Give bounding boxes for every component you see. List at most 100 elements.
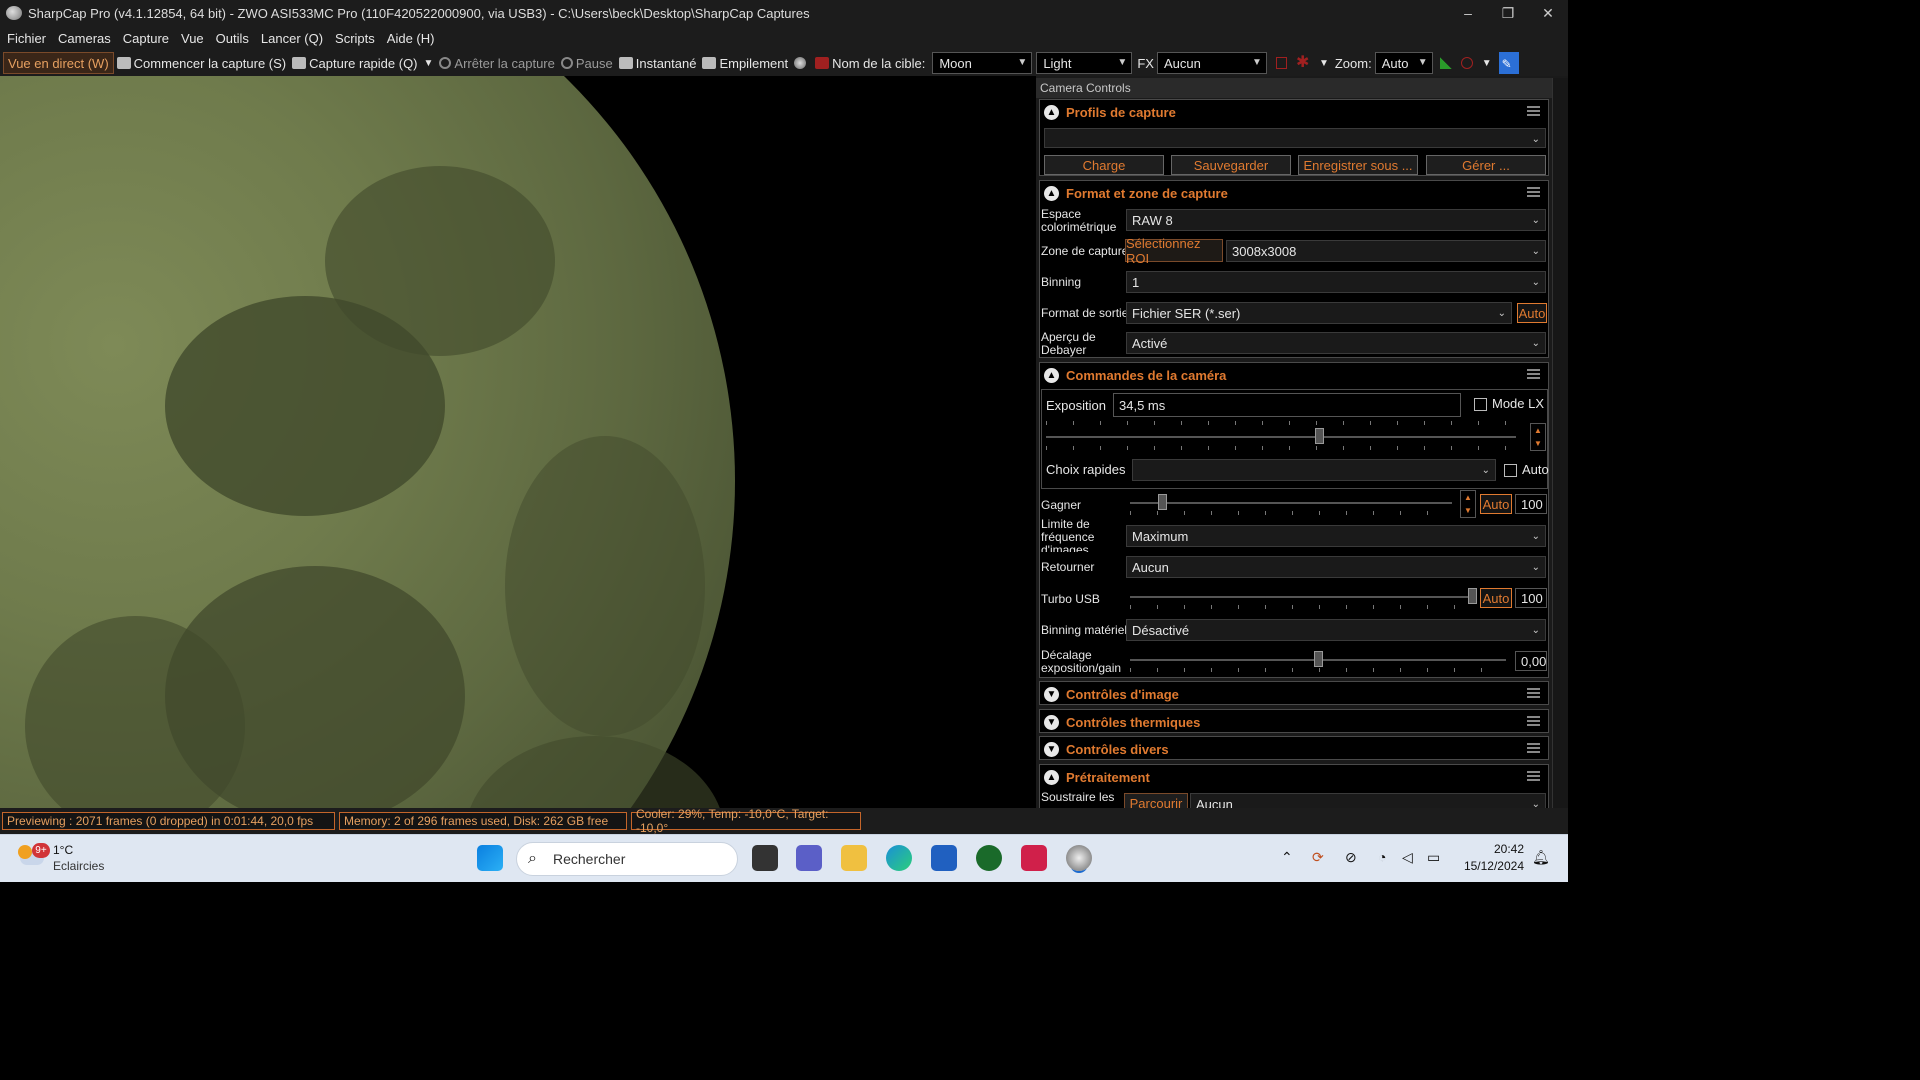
thermal-controls-section[interactable]: ▼ Contrôles thermiques [1039, 709, 1549, 733]
exposure-stepper[interactable]: ▲ ▼ [1530, 423, 1546, 451]
battery-icon[interactable]: ▭ [1427, 849, 1440, 866]
menu-fichier[interactable]: Fichier [2, 31, 51, 46]
taskbar-search[interactable]: ⌕ Rechercher [516, 842, 738, 876]
gain-slider-thumb[interactable] [1158, 494, 1168, 510]
dark-frame-select[interactable]: Aucun ⌄ [1190, 793, 1546, 808]
chevron-down-icon[interactable]: ▼ [1482, 58, 1492, 69]
gain-stepper[interactable]: ▲ ▼ [1460, 490, 1476, 518]
chevron-up-icon[interactable]: ▲ [1044, 367, 1059, 383]
menu-scripts[interactable]: Scripts [330, 31, 380, 46]
debayer-select[interactable]: Activé ⌄ [1126, 332, 1546, 354]
volume-icon[interactable]: ◁ [1402, 849, 1413, 866]
menu-icon[interactable] [1527, 688, 1540, 700]
roi-button[interactable] [1273, 52, 1293, 74]
live-view-button[interactable]: Vue en direct (W) [3, 52, 114, 74]
select-roi-button[interactable]: Sélectionnez ROI [1125, 236, 1223, 266]
chevron-down-icon[interactable]: ▼ [1319, 58, 1329, 69]
target-name-select[interactable]: Moon ▼ [932, 52, 1033, 74]
save-as-profile-button[interactable]: Enregistrer sous ... [1298, 155, 1418, 175]
chevron-up-icon[interactable]: ⌃ [1281, 849, 1293, 866]
sharpcap-taskbar-icon[interactable] [1066, 845, 1092, 871]
usb-auto-button[interactable]: Auto [1480, 588, 1512, 608]
notification-bell-icon[interactable]: 🔔︎ [1532, 849, 1550, 866]
save-profile-button[interactable]: Sauvegarder [1171, 155, 1291, 175]
format-header[interactable]: ▲ Format et zone de capture [1040, 181, 1548, 205]
chevron-down-icon[interactable]: ▼ [1044, 686, 1059, 702]
usb-input[interactable]: 100 [1515, 588, 1547, 608]
gain-auto-button[interactable]: Auto [1480, 494, 1512, 514]
histogram-button[interactable] [1437, 52, 1458, 74]
quick-auto-checkbox[interactable] [1504, 464, 1517, 477]
menu-outils[interactable]: Outils [211, 31, 254, 46]
menu-icon[interactable] [1527, 106, 1540, 118]
menu-aide[interactable]: Aide (H) [382, 31, 440, 46]
windows-start-icon[interactable] [477, 845, 503, 871]
menu-lancer[interactable]: Lancer (Q) [256, 31, 328, 46]
binning-select[interactable]: 1 ⌄ [1126, 271, 1546, 293]
output-format-select[interactable]: Fichier SER (*.ser) ⌄ [1126, 302, 1512, 324]
task-view-icon[interactable] [752, 845, 778, 871]
exposure-slider-thumb[interactable] [1314, 428, 1324, 444]
menu-icon[interactable] [1527, 743, 1540, 755]
menu-capture[interactable]: Capture [118, 31, 174, 46]
image-controls-section[interactable]: ▼ Contrôles d'image [1039, 681, 1549, 705]
flip-select[interactable]: Aucun ⌄ [1126, 556, 1546, 578]
polar-align-button[interactable]: ▼ [1458, 52, 1495, 74]
load-profile-button[interactable]: Charge [1044, 155, 1164, 175]
menu-icon[interactable] [1527, 771, 1540, 783]
chevron-up-icon[interactable]: ▲ [1044, 104, 1059, 120]
app-icon[interactable] [1021, 845, 1047, 871]
start-capture-button[interactable]: Commencer la capture (S) [114, 52, 289, 74]
chevron-up-icon[interactable]: ▲ [1044, 185, 1059, 201]
target-name-button[interactable]: Nom de la cible: [812, 52, 928, 74]
panel-scrollbar[interactable] [1552, 78, 1568, 808]
image-controls-header[interactable]: ▼ Contrôles d'image [1040, 682, 1548, 706]
sync-icon[interactable]: ⟳ [1312, 849, 1324, 866]
color-space-select[interactable]: RAW 8 ⌄ [1126, 209, 1546, 231]
usb-slider-track[interactable] [1130, 596, 1472, 598]
edge-icon[interactable] [886, 845, 912, 871]
teams-icon[interactable] [796, 845, 822, 871]
stack-button[interactable]: Empilement [699, 52, 791, 74]
sphere-button[interactable] [791, 52, 812, 74]
gain-slider-track[interactable] [1130, 502, 1452, 504]
misc-controls-section[interactable]: ▼ Contrôles divers [1039, 736, 1549, 760]
chevron-down-icon[interactable]: ▼ [424, 58, 434, 69]
menu-icon[interactable] [1527, 716, 1540, 728]
usb-slider-thumb[interactable] [1468, 588, 1477, 604]
maximize-button[interactable]: ❐ [1488, 0, 1528, 26]
quick-capture-button[interactable]: Capture rapide (Q) ▼ [289, 52, 436, 74]
manage-profiles-button[interactable]: Gérer ... [1426, 155, 1546, 175]
crosshair-button[interactable]: ✱ ▼ [1293, 52, 1332, 74]
chevron-up-icon[interactable]: ▲ [1044, 769, 1059, 785]
menu-cameras[interactable]: Cameras [53, 31, 116, 46]
chevron-down-icon[interactable]: ▼ [1044, 741, 1059, 757]
menu-vue[interactable]: Vue [176, 31, 209, 46]
frame-type-select[interactable]: Light ▼ [1036, 52, 1133, 74]
exposure-slider-track[interactable] [1046, 436, 1516, 438]
profile-select[interactable]: ⌄ [1044, 128, 1546, 148]
snapshot-button[interactable]: Instantané [616, 52, 700, 74]
lx-mode-checkbox[interactable] [1474, 398, 1487, 411]
image-preview[interactable] [0, 76, 1034, 808]
preprocessing-header[interactable]: ▲ Prétraitement [1040, 765, 1548, 789]
capture-area-select[interactable]: 3008x3008 ⌄ [1226, 240, 1546, 262]
offset-input[interactable]: 0,00 [1515, 651, 1547, 671]
vpn-icon[interactable]: ⊘ [1345, 849, 1357, 866]
clock-date[interactable]: 15/12/2024 [1456, 859, 1524, 873]
thermal-controls-header[interactable]: ▼ Contrôles thermiques [1040, 710, 1548, 734]
quick-choices-select[interactable]: ⌄ [1132, 459, 1496, 481]
fx-select[interactable]: Aucun ▼ [1156, 52, 1267, 74]
menu-icon[interactable] [1527, 187, 1540, 199]
clock-time[interactable]: 20:42 [1488, 842, 1524, 856]
stop-capture-button[interactable]: Arrêter la capture [436, 52, 557, 74]
close-button[interactable]: ✕ [1528, 0, 1568, 26]
minimize-button[interactable]: – [1448, 0, 1488, 26]
offset-slider-thumb[interactable] [1314, 651, 1323, 667]
tool-button[interactable]: ✎ [1498, 52, 1519, 74]
file-explorer-icon[interactable] [841, 845, 867, 871]
weather-icon[interactable]: 9+ [18, 843, 50, 873]
pause-button[interactable]: Pause [558, 52, 616, 74]
misc-controls-header[interactable]: ▼ Contrôles divers [1040, 737, 1548, 761]
output-auto-button[interactable]: Auto [1517, 303, 1547, 323]
